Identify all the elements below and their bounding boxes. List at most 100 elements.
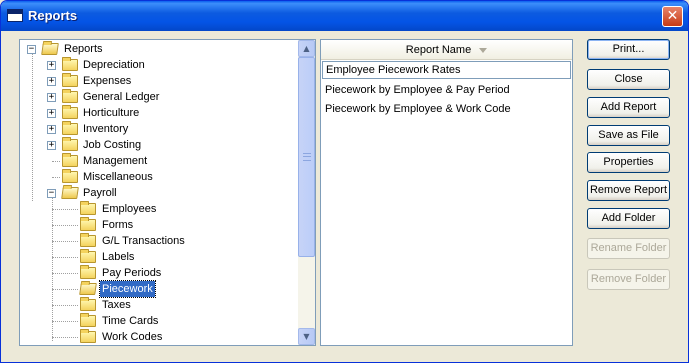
tree-node-label: Labels: [102, 251, 135, 263]
tree-node-label: General Ledger: [83, 91, 160, 103]
close-window-button[interactable]: ✕: [662, 6, 683, 27]
folder-icon: [62, 137, 78, 151]
dialog-body: − Reports + Depreciation + Expenses + Ge…: [5, 31, 684, 360]
tree-node-label: Miscellaneous: [83, 171, 153, 183]
reports-window: Reports ✕ − Reports + Depreciation + Exp…: [0, 0, 689, 363]
tree-node-piecework[interactable]: Piecework: [20, 280, 298, 298]
tree-node-work-codes[interactable]: Work Codes: [20, 329, 298, 345]
expand-expander-icon[interactable]: +: [47, 141, 56, 150]
tree-node-inventory[interactable]: + Inventory: [20, 121, 298, 137]
folder-icon: [80, 297, 96, 311]
close-button[interactable]: Close: [587, 69, 670, 90]
tree-guide-line: [52, 225, 78, 226]
report-list-item[interactable]: Employee Piecework Rates: [322, 61, 571, 79]
tree-node-gl-transactions[interactable]: G/L Transactions: [20, 233, 298, 249]
folder-icon: [62, 105, 78, 119]
tree-guide-line: [52, 241, 78, 242]
folder-open-icon: [79, 283, 97, 295]
scroll-thumb[interactable]: [298, 57, 315, 257]
save-as-file-button[interactable]: Save as File: [587, 125, 670, 146]
folder-open-icon: [61, 187, 79, 199]
tree-node-label: G/L Transactions: [102, 235, 185, 247]
tree-node-expenses[interactable]: + Expenses: [20, 73, 298, 89]
folder-icon: [62, 169, 78, 183]
tree-guide-line: [52, 209, 78, 210]
tree-node-label: Time Cards: [102, 315, 159, 327]
sort-arrow-icon: [479, 47, 488, 53]
tree-node-depreciation[interactable]: + Depreciation: [20, 57, 298, 73]
tree-node-job-costing[interactable]: + Job Costing: [20, 137, 298, 153]
tree-node-forms[interactable]: Forms: [20, 217, 298, 233]
tree-guide-line: [52, 161, 60, 162]
folder-icon: [80, 329, 96, 343]
tree-node-label: Reports: [64, 43, 103, 55]
tree-guide-line: [52, 289, 78, 290]
remove-folder-button[interactable]: Remove Folder: [587, 269, 670, 290]
rename-folder-button[interactable]: Rename Folder: [587, 238, 670, 259]
folder-icon: [62, 121, 78, 135]
tree-node-reports[interactable]: − Reports: [20, 41, 298, 57]
expand-expander-icon[interactable]: +: [47, 77, 56, 86]
report-folder-tree[interactable]: − Reports + Depreciation + Expenses + Ge…: [19, 39, 316, 346]
tree-node-label: Pay Periods: [102, 267, 162, 279]
tree-node-payroll[interactable]: − Payroll: [20, 185, 298, 201]
tree-vertical-scrollbar[interactable]: ▲ ▼: [298, 40, 315, 345]
tree-node-label: Employees: [102, 203, 157, 215]
tree-node-label: Depreciation: [83, 59, 145, 71]
tree-node-taxes[interactable]: Taxes: [20, 297, 298, 313]
tree-node-label: Horticulture: [83, 107, 140, 119]
tree-node-label: Expenses: [83, 75, 132, 87]
remove-report-button[interactable]: Remove Report: [587, 180, 670, 201]
tree-guide-line: [52, 321, 78, 322]
scroll-grip-icon: [303, 153, 311, 161]
tree-guide-line: [52, 177, 60, 178]
tree-node-pay-periods[interactable]: Pay Periods: [20, 265, 298, 281]
collapse-expander-icon[interactable]: −: [27, 45, 36, 54]
scroll-up-arrow-icon[interactable]: ▲: [298, 40, 315, 57]
folder-open-icon: [41, 43, 59, 55]
report-list-item[interactable]: Piecework by Employee & Pay Period: [322, 81, 571, 99]
tree-node-miscellaneous[interactable]: Miscellaneous: [20, 169, 298, 185]
report-list[interactable]: Report Name Employee Piecework Rates Pie…: [320, 39, 573, 346]
window-title: Reports: [28, 8, 78, 23]
collapse-expander-icon[interactable]: −: [47, 189, 56, 198]
report-list-item[interactable]: Piecework by Employee & Work Code: [322, 100, 571, 118]
folder-icon: [80, 217, 96, 231]
column-header-report-name[interactable]: Report Name: [321, 40, 572, 60]
folder-icon: [62, 73, 78, 87]
tree-node-management[interactable]: Management: [20, 153, 298, 169]
print-button[interactable]: Print...: [587, 39, 670, 60]
folder-icon: [80, 233, 96, 247]
title-bar[interactable]: Reports ✕: [1, 1, 688, 31]
add-folder-button[interactable]: Add Folder: [587, 208, 670, 229]
column-header-label: Report Name: [405, 44, 472, 56]
tree-node-label: Work Codes: [102, 331, 163, 343]
scroll-down-arrow-icon[interactable]: ▼: [298, 328, 315, 345]
tree-node-general-ledger[interactable]: + General Ledger: [20, 89, 298, 105]
expand-expander-icon[interactable]: +: [47, 109, 56, 118]
tree-guide-line: [52, 305, 78, 306]
expand-expander-icon[interactable]: +: [47, 61, 56, 70]
tree-node-label: Management: [83, 155, 148, 167]
folder-icon: [62, 89, 78, 103]
folder-icon: [62, 153, 78, 167]
tree-guide-line: [52, 273, 78, 274]
folder-icon: [80, 249, 96, 263]
tree-node-horticulture[interactable]: + Horticulture: [20, 105, 298, 121]
properties-button[interactable]: Properties: [587, 152, 670, 173]
tree-node-employees[interactable]: Employees: [20, 201, 298, 217]
folder-icon: [80, 265, 96, 279]
tree-node-time-cards[interactable]: Time Cards: [20, 313, 298, 329]
tree-node-label: Forms: [102, 219, 134, 231]
expand-expander-icon[interactable]: +: [47, 93, 56, 102]
tree-node-label: Taxes: [102, 299, 131, 311]
tree-guide-line: [52, 257, 78, 258]
expand-expander-icon[interactable]: +: [47, 125, 56, 134]
tree-node-label: Job Costing: [83, 139, 142, 151]
tree-node-labels[interactable]: Labels: [20, 249, 298, 265]
tree-node-label: Payroll: [83, 187, 117, 199]
add-report-button[interactable]: Add Report: [587, 97, 670, 118]
tree-guide-line: [52, 337, 78, 338]
folder-icon: [62, 57, 78, 71]
window-icon: [7, 9, 23, 22]
